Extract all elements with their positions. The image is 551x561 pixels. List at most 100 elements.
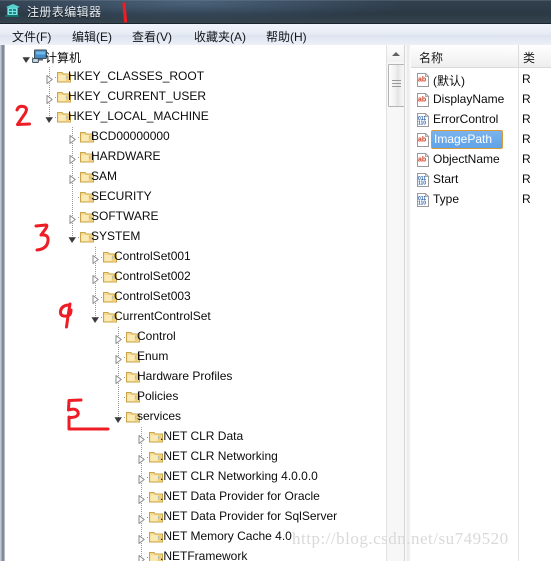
- collapse-arrow-icon[interactable]: [113, 412, 124, 423]
- value-name: ImagePath: [434, 132, 493, 146]
- value-name: ObjectName: [433, 152, 500, 166]
- expand-arrow-icon[interactable]: [136, 432, 147, 444]
- svg-text:110: 110: [418, 181, 426, 187]
- menu-bar: 文件(F) 编辑(E) 查看(V) 收藏夹(A) 帮助(H): [0, 23, 551, 47]
- tree-item-label: .NET CLR Networking: [160, 449, 278, 463]
- value-row-type[interactable]: 011 110 Type R: [411, 190, 551, 210]
- registry-tree-pane[interactable]: 计算机 HKEY_CLASSES_ROOT HKEY_CURRENT_USER HKE…: [5, 45, 386, 561]
- value-row-imagepath[interactable]: ab ImagePath R: [411, 130, 551, 150]
- registry-editor-icon: [5, 4, 20, 17]
- tree-item-label: HARDWARE: [91, 149, 161, 163]
- expand-arrow-icon[interactable]: [113, 352, 124, 364]
- tree-item-label: HKEY_CURRENT_USER: [68, 89, 207, 103]
- value-name: DisplayName: [433, 92, 505, 106]
- window-title: 注册表编辑器: [27, 5, 102, 19]
- string-value-icon: ab: [417, 153, 430, 167]
- collapse-arrow-icon[interactable]: [67, 232, 78, 243]
- expand-arrow-icon[interactable]: [113, 372, 124, 384]
- tree-item-label: CurrentControlSet: [114, 309, 211, 323]
- value-name: Type: [433, 192, 460, 206]
- tree-item-label: HKEY_CLASSES_ROOT: [68, 69, 205, 83]
- expand-arrow-icon[interactable]: [136, 472, 147, 484]
- tree-item-label: services: [137, 409, 182, 423]
- svg-text:ab: ab: [418, 137, 426, 144]
- scroll-thumb[interactable]: [388, 64, 405, 107]
- string-value-icon: ab: [417, 73, 430, 87]
- watermark-text: http://blog.csdn.net/su749520: [292, 529, 509, 548]
- expand-arrow-icon[interactable]: [136, 512, 147, 524]
- tree-item-label: .NET Data Provider for SqlServer: [160, 509, 338, 523]
- svg-text:ab: ab: [418, 97, 426, 104]
- expand-arrow-icon[interactable]: [113, 332, 124, 344]
- value-row-default[interactable]: ab (默认) R: [411, 70, 551, 90]
- content-area: 计算机 HKEY_CLASSES_ROOT HKEY_CURRENT_USER HKE…: [0, 45, 551, 561]
- scroll-up-arrow-icon[interactable]: [387, 45, 405, 62]
- column-header-name[interactable]: 名称: [419, 49, 443, 66]
- menu-help[interactable]: 帮助(H): [262, 27, 311, 46]
- dword-value-icon: 011110: [417, 113, 430, 127]
- svg-text:ab: ab: [418, 157, 426, 164]
- expand-arrow-icon[interactable]: [136, 492, 147, 504]
- menu-view[interactable]: 查看(V): [128, 27, 176, 46]
- registry-editor-window: 注册表编辑器 文件(F) 编辑(E) 查看(V) 收藏夹(A) 帮助(H) 计算…: [0, 0, 551, 561]
- tree-item-label: Enum: [137, 349, 169, 363]
- svg-text:ab: ab: [418, 77, 426, 84]
- tree-item-label: .NET Data Provider for Oracle: [160, 489, 320, 503]
- tree-item-label: Hardware Profiles: [137, 369, 233, 383]
- expand-arrow-icon[interactable]: [90, 272, 101, 284]
- value-type: R: [522, 192, 531, 206]
- value-type: R: [522, 72, 531, 86]
- column-header-divider[interactable]: [518, 45, 519, 67]
- value-row-errorcontrol[interactable]: 011 110 ErrorControl R: [411, 110, 551, 130]
- expand-arrow-icon[interactable]: [90, 252, 101, 264]
- collapse-arrow-icon[interactable]: [21, 52, 32, 63]
- value-type: R: [522, 172, 531, 186]
- tree-item-label: SOFTWARE: [91, 209, 159, 223]
- scroll-thumb-grip: [392, 80, 401, 89]
- value-name: ErrorControl: [433, 112, 499, 126]
- tree-item-label: HKEY_LOCAL_MACHINE: [68, 109, 209, 123]
- collapse-arrow-icon[interactable]: [90, 312, 101, 323]
- list-column-header: 名称 类: [411, 45, 551, 68]
- tree-item-label: Control: [137, 329, 176, 343]
- value-name: Start: [433, 172, 459, 186]
- registry-values-pane[interactable]: 名称 类 ab (默认) Rab DisplayName R 011 110 ErrorCon…: [411, 45, 551, 561]
- string-value-icon: ab: [417, 93, 430, 107]
- value-row-objectname[interactable]: ab ObjectName R: [411, 150, 551, 170]
- string-value-icon: ab: [417, 133, 430, 147]
- expand-arrow-icon[interactable]: [90, 292, 101, 304]
- menu-favorites[interactable]: 收藏夹(A): [190, 27, 250, 46]
- expand-arrow-icon[interactable]: [136, 452, 147, 464]
- value-row-displayname[interactable]: ab DisplayName R: [411, 90, 551, 110]
- column-header-type[interactable]: 类: [523, 49, 535, 66]
- value-row-start[interactable]: 011 110 Start R: [411, 170, 551, 190]
- expand-arrow-icon[interactable]: [136, 532, 147, 544]
- tree-item-label: .NET Memory Cache 4.0: [160, 529, 292, 543]
- title-bar[interactable]: 注册表编辑器: [0, 0, 551, 23]
- tree-item-label: .NETFramework: [160, 549, 248, 561]
- expand-arrow-icon[interactable]: [67, 152, 78, 164]
- expand-arrow-icon[interactable]: [44, 92, 55, 104]
- tree-item-label: .NET CLR Data: [160, 429, 244, 443]
- expand-arrow-icon[interactable]: [67, 132, 78, 144]
- tree-item-label: 计算机: [45, 51, 82, 65]
- dword-value-icon: 011110: [417, 173, 430, 187]
- tree-item-label: ControlSet003: [114, 289, 191, 303]
- expand-arrow-icon[interactable]: [67, 172, 78, 184]
- menu-edit[interactable]: 编辑(E): [68, 27, 116, 46]
- tree-vertical-scrollbar[interactable]: [386, 45, 405, 561]
- tree-item-label: Policies: [137, 389, 179, 403]
- expand-arrow-icon[interactable]: [67, 212, 78, 224]
- svg-text:110: 110: [418, 201, 426, 207]
- tree-item-label: .NET CLR Networking 4.0.0.0: [160, 469, 318, 483]
- dword-value-icon: 011110: [417, 193, 430, 207]
- tree-item-label: ControlSet001: [114, 249, 191, 263]
- menu-file[interactable]: 文件(F): [8, 27, 55, 46]
- collapse-arrow-icon[interactable]: [44, 112, 55, 123]
- expand-arrow-icon[interactable]: [44, 72, 55, 84]
- value-type: R: [522, 152, 531, 166]
- expand-arrow-icon[interactable]: [136, 552, 147, 561]
- value-name: (默认): [433, 74, 465, 88]
